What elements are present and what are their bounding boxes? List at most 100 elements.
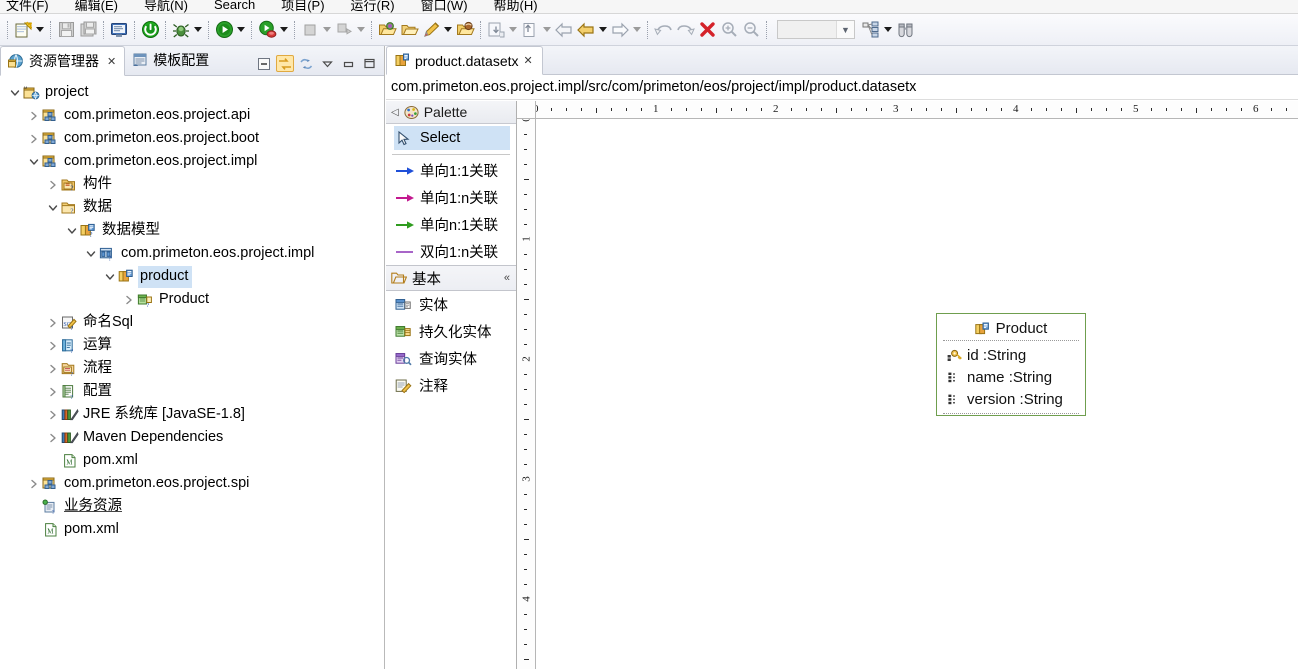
tree-row[interactable]: ?流程 [0,357,384,380]
tab-resource-explorer[interactable]: 资源管理器 ✕ [0,46,125,76]
maximize-button[interactable] [360,55,378,72]
chevron-down-icon[interactable] [65,219,79,242]
menu-item-0[interactable]: 文件(F) [6,0,49,14]
search-combo[interactable]: ▼ [777,20,855,39]
pin-drawer-icon[interactable]: « [504,272,510,284]
tab-product-datasetx[interactable]: product.datasetx ✕ [386,46,543,75]
chevron-down-icon[interactable]: ▼ [836,21,854,38]
tree-row[interactable]: Maven Dependencies [0,426,384,449]
resource-tree[interactable]: Mprojectcom.primeton.eos.project.apicom.… [0,76,384,669]
chevron-right-icon[interactable] [122,288,136,311]
horizontal-ruler[interactable]: 0123456 [536,101,1298,119]
coverage-icon[interactable] [256,19,278,41]
menu-item-1[interactable]: 编辑(E) [75,0,118,14]
tree-row[interactable]: com.primeton.eos.project.spi [0,472,384,495]
tree-row[interactable]: ?配置 [0,380,384,403]
palette-drawer-basic[interactable]: 基本 « [386,265,516,291]
minimize-button[interactable] [339,55,357,72]
delete-icon[interactable] [696,19,718,41]
chevron-down-icon[interactable] [27,150,41,173]
tree-row[interactable]: com.primeton.eos.project.impl [0,150,384,173]
palette-tool-entity-query[interactable]: 查询实体 [386,345,516,372]
chevron-right-icon[interactable] [27,472,41,495]
tree-row[interactable]: Mproject [0,81,384,104]
new-icon[interactable] [12,19,34,41]
back-dropdown-arrow[interactable] [597,19,609,41]
chevron-right-icon[interactable] [46,380,60,403]
palette-tool-select[interactable]: Select [394,126,510,150]
entity-attribute[interactable]: version :String [945,388,1079,410]
chevron-down-icon[interactable] [84,242,98,265]
tree-row[interactable]: JRE 系统库 [JavaSE-1.8] [0,403,384,426]
tree-row[interactable]: ?com.primeton.eos.project.impl [0,242,384,265]
outline-dropdown-arrow[interactable] [882,19,894,41]
tree-row[interactable]: Mpom.xml [0,449,384,472]
vertical-ruler[interactable]: 01234 [517,119,536,669]
coverage-dropdown-arrow[interactable] [278,19,290,41]
tree-row[interactable]: SQ?命名Sql [0,311,384,334]
chevron-right-icon[interactable] [46,403,60,426]
menu-item-7[interactable]: 帮助(H) [494,0,538,14]
chevron-right-icon[interactable] [46,357,60,380]
palette-tool-relation-0[interactable]: 单向1:1关联 [386,157,516,184]
palette-tool-relation-1[interactable]: 单向1:n关联 [386,184,516,211]
menu-item-3[interactable]: Search [214,0,255,12]
chevron-right-icon[interactable] [46,311,60,334]
entity-attribute[interactable]: name :String [945,366,1079,388]
entity-attribute[interactable]: id :String [945,344,1079,366]
tab-template-config[interactable]: 模板配置 [125,45,218,75]
back-history-icon[interactable] [575,19,597,41]
new-dropdown-arrow[interactable] [34,19,46,41]
edit-dropdown-arrow[interactable] [442,19,454,41]
debug-icon[interactable] [170,19,192,41]
tree-row[interactable]: ?运算 [0,334,384,357]
palette-tool-entity-persist[interactable]: 持久化实体 [386,318,516,345]
chevron-right-icon[interactable] [46,173,60,196]
tree-row[interactable]: ?构件 [0,173,384,196]
tree-row[interactable]: Mpom.xml [0,518,384,541]
link-with-editor-toggle[interactable] [276,55,294,72]
chevron-down-icon[interactable] [8,81,22,104]
tree-row[interactable]: com.primeton.eos.project.api [0,104,384,127]
server-start-icon[interactable] [139,19,161,41]
menu-item-6[interactable]: 窗口(W) [421,0,468,14]
open-resource-icon[interactable] [454,19,476,41]
palette-tool-relation-2[interactable]: 单向n:1关联 [386,211,516,238]
edit-icon[interactable] [420,19,442,41]
entity-figure-product[interactable]: Product id :Stringname :Stringversion :S… [936,313,1086,416]
debug-dropdown-arrow[interactable] [192,19,204,41]
tree-row[interactable]: ?数据模型 [0,219,384,242]
search-binoculars-icon[interactable] [894,19,916,41]
palette-tool-relation-3[interactable]: 双向1:n关联 [386,238,516,265]
outline-icon[interactable] [860,19,882,41]
chevron-down-icon[interactable] [46,196,60,219]
run-icon[interactable] [213,19,235,41]
run-dropdown-arrow[interactable] [235,19,247,41]
diagram-canvas[interactable]: Product id :Stringname :Stringversion :S… [536,119,1298,669]
tree-row[interactable]: ?数据 [0,196,384,219]
collapse-palette-icon[interactable]: ◁ [391,107,399,118]
open-task-icon[interactable] [398,19,420,41]
collapse-all-button[interactable] [255,55,273,72]
chevron-right-icon[interactable] [46,334,60,357]
close-icon[interactable]: ✕ [107,55,116,68]
tree-row[interactable]: ?业务资源 [0,495,384,518]
palette-tool-entity-blue[interactable]: 实体 [386,291,516,318]
palette-tool-note[interactable]: 注释 [386,372,516,399]
close-icon[interactable]: ✕ [524,54,533,67]
tree-row[interactable]: com.primeton.eos.project.boot [0,127,384,150]
ruler-tick [1046,108,1047,111]
chevron-right-icon[interactable] [27,104,41,127]
console-icon[interactable] [108,19,130,41]
menu-item-2[interactable]: 导航(N) [144,0,188,14]
chevron-down-icon[interactable] [103,265,117,288]
view-menu-button[interactable] [318,55,336,72]
chevron-right-icon[interactable] [27,127,41,150]
tree-row[interactable]: ?Product [0,288,384,311]
chevron-right-icon[interactable] [46,426,60,449]
tree-row[interactable]: product [0,265,384,288]
menu-item-5[interactable]: 运行(R) [351,0,395,14]
menu-item-4[interactable]: 项目(P) [281,0,324,14]
refresh-button[interactable] [297,55,315,72]
open-type-icon[interactable] [376,19,398,41]
